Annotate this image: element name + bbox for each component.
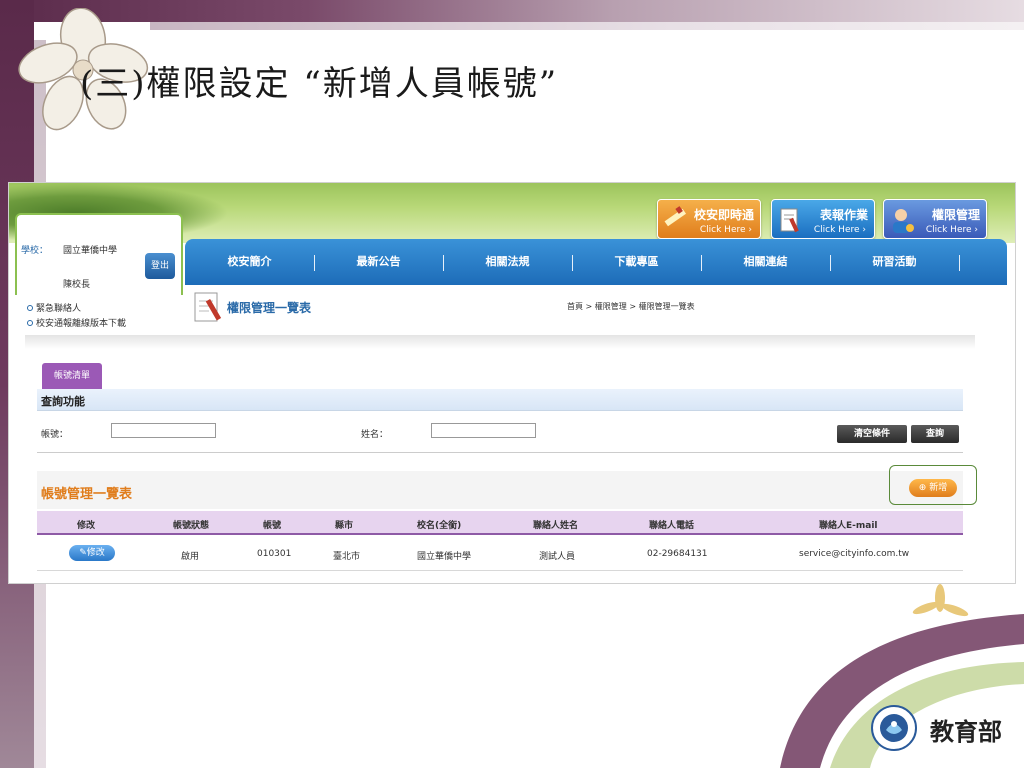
column-header: 修改 — [77, 521, 96, 531]
name-label: 姓名： — [361, 430, 389, 440]
edit-button-label: 修改 — [86, 548, 105, 558]
tab-account-list[interactable]: 帳號清單 — [42, 363, 102, 389]
cell-email[interactable]: service@cityinfo.com.tw — [799, 549, 909, 559]
nav-item-links[interactable]: 相關連結 — [701, 239, 830, 285]
clipboard-pen-icon — [194, 292, 222, 322]
cell-school: 國立華僑中學 — [417, 552, 472, 562]
document-pen-icon — [780, 208, 799, 233]
column-header: 縣市 — [335, 521, 354, 531]
cell-city: 臺北市 — [333, 552, 361, 562]
account-label: 帳號： — [41, 430, 69, 440]
nav-item-news[interactable]: 最新公告 — [314, 239, 443, 285]
column-header: 校名(全銜) — [417, 521, 462, 531]
nav-separator — [959, 255, 960, 271]
nav-item-training[interactable]: 研習活動 — [830, 239, 959, 285]
column-header: 聯絡人姓名 — [533, 521, 579, 531]
main-nav: 校安簡介 最新公告 相關法規 下載專區 相關連結 研習活動 — [185, 239, 1007, 285]
search-button[interactable]: 查詢 — [911, 425, 959, 443]
table-header: 修改 帳號狀態 帳號 縣市 校名(全銜) 聯絡人姓名 聯絡人電話 聯絡人E-ma… — [37, 511, 963, 535]
content-divider — [25, 335, 975, 349]
quick-link-sub: Click Here › — [925, 225, 978, 235]
page-title: 權限管理一覽表 — [227, 301, 312, 315]
list-title: 帳號管理一覽表 — [41, 487, 133, 502]
quick-link-campus-alert[interactable]: 校安即時通 Click Here › — [657, 199, 761, 239]
query-section-header: 查詢功能 — [37, 389, 963, 411]
add-button-label: 新增 — [929, 483, 948, 493]
logout-button[interactable]: 登出 — [145, 253, 175, 279]
column-header: 帳號狀態 — [173, 521, 210, 531]
table-row: ✎修改 啟用 010301 臺北市 國立華僑中學 測試人員 02-2968413… — [37, 537, 963, 571]
quick-link-label: 權限管理 — [931, 208, 980, 222]
quick-link-sub: Click Here › — [813, 225, 866, 235]
nav-item-downloads[interactable]: 下載專區 — [572, 239, 701, 285]
ministry-name: 教育部 — [930, 718, 1002, 746]
quick-link-label: 表報作業 — [819, 208, 868, 222]
user-key-icon — [893, 209, 914, 233]
clear-conditions-button[interactable]: 清空條件 — [837, 425, 907, 443]
school-label: 學校： — [21, 246, 49, 256]
quick-link-sub: Click Here › — [699, 225, 752, 235]
add-button[interactable]: ⊕ 新增 — [909, 479, 957, 497]
quick-link-label: 校安即時通 — [693, 208, 754, 222]
name-input[interactable] — [431, 423, 536, 438]
plus-icon: ⊕ — [918, 483, 927, 493]
cell-contact: 測試人員 — [539, 552, 576, 562]
cell-phone: 02-29684131 — [647, 549, 708, 559]
column-header: 聯絡人E-mail — [819, 521, 878, 531]
list-header: 帳號管理一覽表 — [37, 471, 963, 509]
nav-item-intro[interactable]: 校安簡介 — [185, 239, 314, 285]
column-header: 帳號 — [263, 521, 282, 531]
nav-item-regulations[interactable]: 相關法規 — [443, 239, 572, 285]
pencil-icon: ✎ — [79, 548, 87, 558]
slide-title: (三)權限設定 “新增人員帳號” — [80, 64, 559, 104]
filter-row: 帳號： 姓名： 清空條件 查詢 — [37, 413, 963, 453]
pencil-icon — [664, 206, 687, 227]
breadcrumb: 首頁 > 權限管理 > 權限管理一覽表 — [567, 302, 695, 311]
quick-link-permissions[interactable]: 權限管理 Click Here › — [883, 199, 987, 239]
column-header: 聯絡人電話 — [649, 521, 695, 531]
school-name: 國立華僑中學 — [63, 246, 118, 256]
quick-link-reports[interactable]: 表報作業 Click Here › — [771, 199, 875, 239]
cell-account: 010301 — [257, 549, 292, 559]
main-content: 權限管理一覽表 首頁 > 權限管理 > 權限管理一覽表 帳號清單 查詢功能 帳號… — [9, 285, 1015, 583]
edit-button[interactable]: ✎修改 — [69, 545, 115, 561]
account-input[interactable] — [111, 423, 216, 438]
query-section-title: 查詢功能 — [41, 395, 85, 408]
cell-status: 啟用 — [181, 552, 200, 562]
account-table: 修改 帳號狀態 帳號 縣市 校名(全銜) 聯絡人姓名 聯絡人電話 聯絡人E-ma… — [37, 509, 963, 571]
website-screenshot: 校安即時通 Click Here › 表報作業 Click Here › 權限管… — [8, 182, 1016, 584]
ministry-of-education-logo-icon — [871, 705, 917, 751]
slide-top-band-light — [150, 22, 1024, 30]
